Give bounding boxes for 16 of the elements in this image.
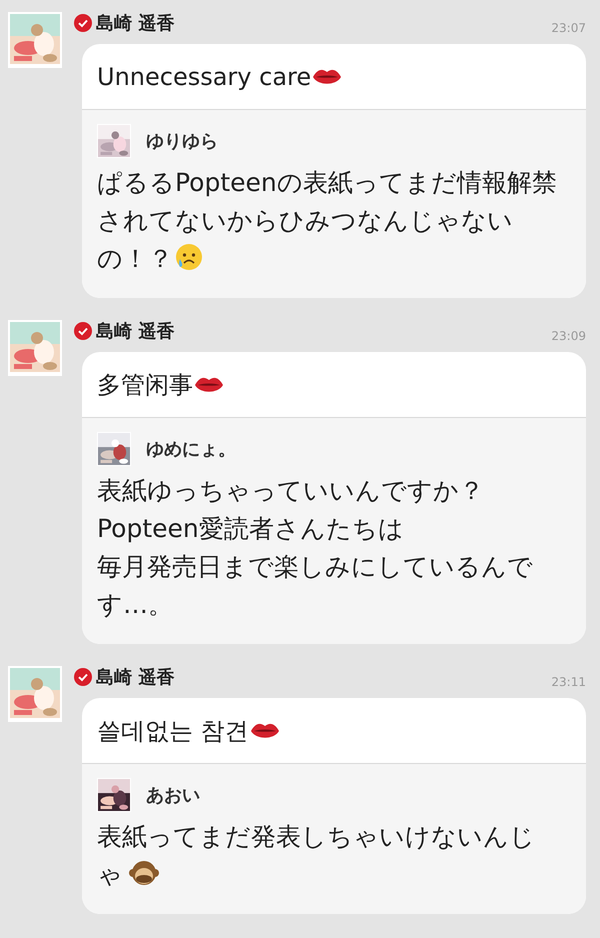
message-text: Unnecessary care xyxy=(97,58,342,94)
quote-author: ゆりゆら xyxy=(146,130,218,154)
sender-name: 島崎 遥香 xyxy=(96,666,174,690)
quote-text: ぱるるPopteenの表紙ってまだ情報解禁されてないからひみつなんじゃないの！？ xyxy=(97,167,558,275)
quote-author: ゆめにょ。 xyxy=(146,438,236,462)
sender-name: 島崎 遥香 xyxy=(96,320,174,344)
quote-text: 表紙ゆっちゃっていいんですか？ Popteen愛読者さんたちは 毎月発売日まで楽しみにしているんです…。 xyxy=(97,475,534,621)
message-time: 23:07 xyxy=(551,20,586,37)
message-text: 多管闲事 xyxy=(97,366,224,402)
crying-face-icon xyxy=(175,243,203,271)
message-time: 23:11 xyxy=(551,674,586,691)
message-time: 23:09 xyxy=(551,328,586,345)
quote-text: 表紙ってまだ発表しちゃいけないんじゃ xyxy=(97,821,536,891)
quote-author: あおい xyxy=(146,784,200,808)
message-text: 쓸데없는 참견 xyxy=(97,712,280,748)
sender-name: 島崎 遥香 xyxy=(96,12,174,36)
